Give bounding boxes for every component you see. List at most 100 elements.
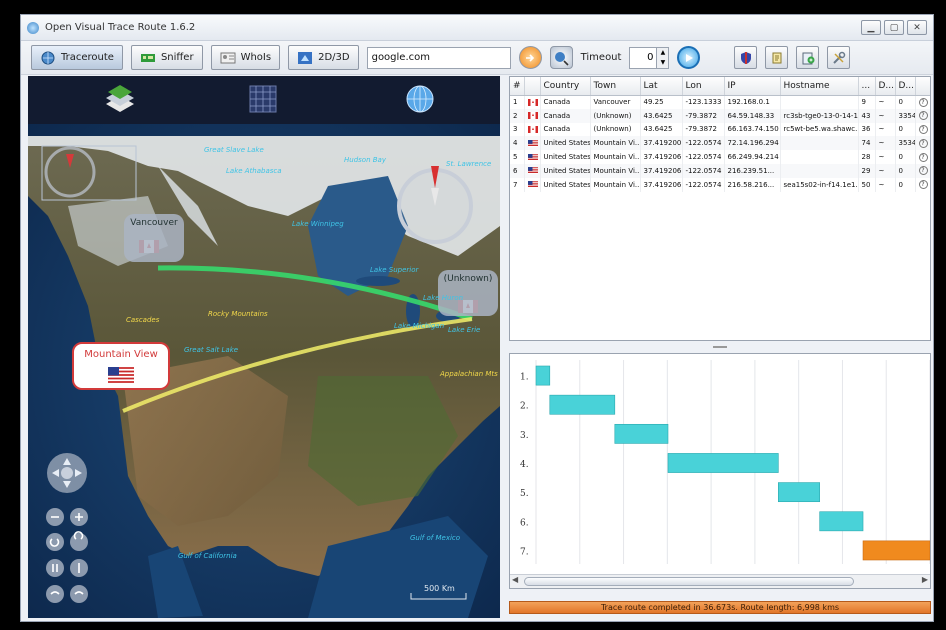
table-row[interactable]: 5 United States Mountain Vi... 37.419206 -12… [510, 150, 930, 164]
column-header[interactable]: D... [895, 77, 916, 96]
grid-icon[interactable] [249, 85, 277, 113]
settings-button[interactable] [827, 46, 851, 69]
latency-bar[interactable] [549, 394, 616, 415]
copy-icon [772, 52, 782, 63]
help-icon[interactable]: ? [915, 108, 930, 123]
help-icon[interactable]: ? [915, 163, 930, 178]
table-row[interactable]: 4 United States Mountain Vi... 37.419200 -12… [510, 136, 930, 151]
table-cell: 43 [858, 108, 876, 123]
column-header[interactable]: IP [724, 77, 781, 96]
label-cascades: Cascades [126, 316, 160, 324]
column-header[interactable]: D... [875, 77, 896, 96]
table-row[interactable]: 3 Canada (Unknown) 43.6425 -79.3872 66.163.74… [510, 122, 930, 137]
scroll-left-icon[interactable]: ◀ [512, 575, 518, 584]
shield-button[interactable] [734, 46, 758, 69]
pan-control-icon[interactable] [47, 453, 87, 493]
help-icon-glyph[interactable]: ? [918, 152, 928, 162]
minimize-button[interactable]: ▁ [861, 20, 881, 35]
help-icon-glyph[interactable]: ? [918, 111, 928, 121]
table-cell: ~ [875, 163, 896, 178]
map-panel[interactable]: Vancouver (Unknown) Mountain View Great … [28, 76, 500, 618]
table-cell: 0 [895, 150, 916, 164]
timeout-spinner[interactable]: 0 ▲ ▼ [629, 46, 670, 69]
export-button[interactable] [796, 46, 820, 69]
table-cell: 66.163.74.150 [724, 122, 781, 137]
help-icon-glyph[interactable]: ? [918, 166, 928, 176]
help-icon[interactable]: ? [915, 136, 930, 151]
pin-vancouver-label: Vancouver [130, 218, 178, 228]
help-icon[interactable]: ? [915, 150, 930, 164]
scroll-right-icon[interactable]: ▶ [922, 575, 928, 584]
sniffer-button[interactable]: Sniffer [130, 45, 203, 70]
view-mode-button[interactable]: 2D/3D [288, 45, 359, 70]
maximize-button[interactable]: ▢ [884, 20, 904, 35]
latency-gantt-chart[interactable]: 1. 2. 3. 4. 5. 6. 7. ◀ ▶ [509, 353, 931, 589]
trace-start-button[interactable] [518, 46, 542, 69]
table-cell: Canada [540, 95, 591, 109]
table-row[interactable]: 2 Canada (Unknown) 43.6425 -79.3872 64.59.148… [510, 108, 930, 123]
play-button[interactable] [677, 46, 701, 69]
table-cell: ~ [875, 108, 896, 123]
flag-us-icon [108, 367, 134, 383]
pin-mountain-view[interactable]: Mountain View [72, 342, 170, 390]
table-cell: rc3sb-tge0-13-0-14-1... [780, 108, 859, 123]
help-icon-glyph[interactable]: ? [918, 97, 928, 107]
column-header[interactable]: Country [540, 77, 591, 96]
pin-unknown[interactable]: (Unknown) [438, 270, 498, 316]
table-row[interactable]: 6 United States Mountain Vi... 37.419206 -12… [510, 163, 930, 178]
latency-bar[interactable] [667, 453, 779, 473]
spinner-up-icon[interactable]: ▲ [657, 48, 668, 58]
traceroute-button[interactable]: Traceroute [31, 45, 123, 70]
help-icon-glyph[interactable]: ? [918, 124, 928, 134]
hop-label: 3. [520, 431, 529, 441]
host-input[interactable] [366, 46, 511, 69]
help-icon[interactable]: ? [915, 122, 930, 137]
scroll-thumb[interactable] [524, 577, 854, 586]
hops-table[interactable]: # Country Town Lat Lon IP Hostname... D... D... … [509, 76, 931, 341]
locate-button[interactable] [549, 46, 573, 69]
pin-vancouver[interactable]: Vancouver [124, 214, 184, 262]
globe-view-icon[interactable] [406, 85, 434, 113]
latency-bar[interactable] [535, 365, 551, 386]
column-header[interactable]: Hostname [780, 77, 859, 96]
help-icon-glyph[interactable]: ? [918, 138, 928, 148]
latency-bar[interactable] [819, 511, 864, 532]
route-icon[interactable] [70, 585, 88, 603]
help-icon-glyph[interactable]: ? [918, 180, 928, 190]
app-window: Open Visual Trace Route 1.6.2 ▁ ▢ ✕ Trac… [20, 14, 934, 622]
column-header[interactable] [524, 77, 541, 96]
latency-bar[interactable] [862, 540, 930, 561]
latency-bar[interactable] [778, 482, 820, 503]
tilt-icon[interactable] [46, 559, 64, 577]
gantt-svg: 1. 2. 3. 4. 5. 6. 7. [520, 360, 930, 564]
timeout-value[interactable]: 0 [629, 46, 658, 69]
help-icon[interactable]: ? [915, 177, 930, 192]
help-icon[interactable]: ? [915, 95, 930, 109]
latency-bar[interactable] [614, 423, 669, 444]
table-row[interactable]: 7 United States Mountain Vi... 37.419206 -12… [510, 177, 930, 192]
table-cell: -122.0574 [682, 150, 725, 164]
column-header[interactable]: ... [858, 77, 876, 96]
table-cell: 37.419206 [640, 150, 683, 164]
column-header[interactable] [915, 77, 930, 96]
label-lake-huron: Lake Huron [423, 294, 464, 302]
column-header[interactable]: Town [590, 77, 641, 96]
horizontal-scrollbar[interactable]: ◀ ▶ [510, 574, 930, 588]
table-row[interactable]: 1 Canada Vancouver 49.25 -123.1333 192.168.0.… [510, 95, 930, 109]
copy-button[interactable] [765, 46, 789, 69]
column-header[interactable]: Lon [682, 77, 725, 96]
spinner-down-icon[interactable]: ▼ [657, 58, 668, 68]
panel-splitter[interactable] [509, 344, 931, 350]
label-lake-erie: Lake Erie [448, 326, 481, 334]
whois-button[interactable]: WhoIs [210, 45, 281, 70]
column-header[interactable]: # [510, 77, 525, 96]
reset-icon[interactable] [46, 585, 64, 603]
close-button[interactable]: ✕ [907, 20, 927, 35]
table-cell: (Unknown) [590, 108, 641, 123]
rotate-left-icon[interactable] [46, 533, 64, 551]
table-cell: Canada [540, 122, 591, 137]
column-header[interactable]: Lat [640, 77, 683, 96]
rotate-right-icon[interactable] [70, 533, 88, 551]
table-cell: United States [540, 136, 591, 151]
pin-mountain-view-label: Mountain View [84, 349, 158, 360]
